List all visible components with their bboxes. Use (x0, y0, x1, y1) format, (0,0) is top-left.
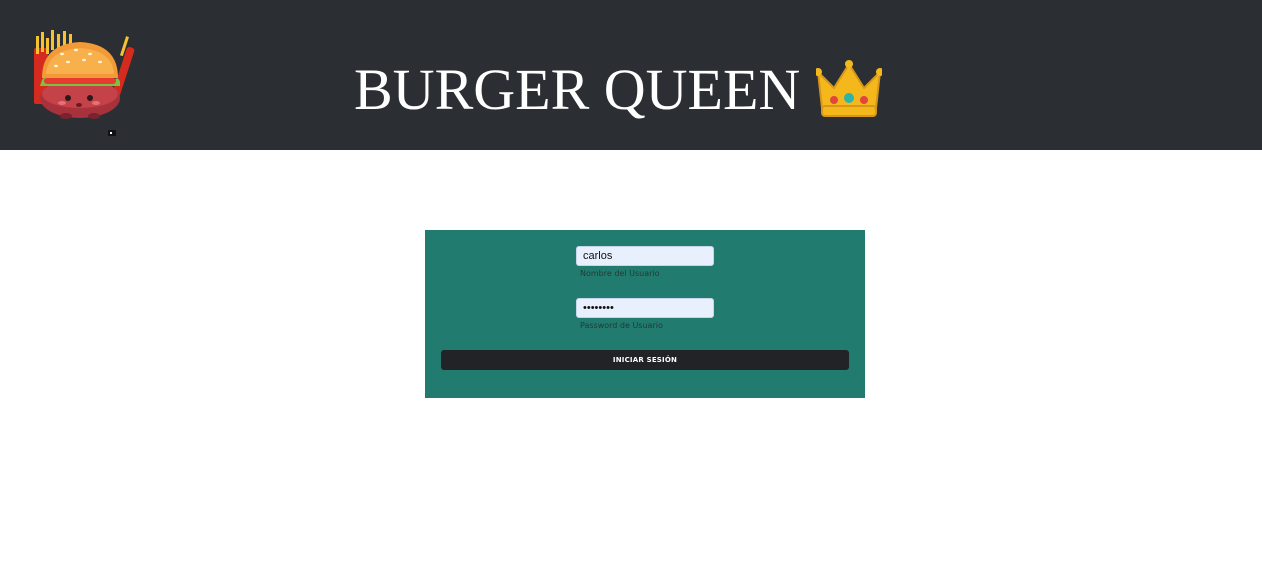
username-input[interactable] (576, 246, 714, 266)
app-header: BURGER QUEEN (0, 0, 1262, 150)
site-title: BURGER QUEEN (354, 54, 885, 126)
burger-mascot-icon (34, 30, 135, 136)
burger-mascot-logo[interactable] (28, 28, 140, 142)
username-field-group: Nombre del Usuario (576, 246, 714, 278)
password-field-group: Password de Usuario (576, 298, 714, 330)
password-input[interactable] (576, 298, 714, 318)
password-label: Password de Usuario (580, 321, 663, 330)
login-button[interactable]: INICIAR SESIÓN (441, 350, 849, 370)
login-panel: Nombre del Usuario Password de Usuario I… (425, 230, 865, 398)
username-label: Nombre del Usuario (580, 269, 660, 278)
crown-icon (814, 58, 885, 122)
site-title-text: BURGER QUEEN (354, 57, 801, 122)
